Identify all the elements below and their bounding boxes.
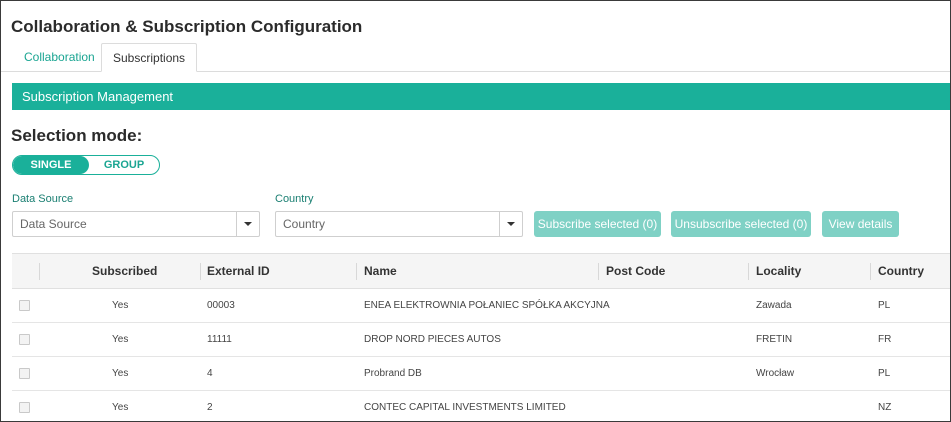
column-divider — [870, 263, 871, 280]
country-label: Country — [275, 193, 314, 205]
cell-external-id: 00003 — [207, 300, 235, 311]
data-source-dropdown-toggle[interactable] — [236, 212, 259, 236]
tab-bar: Collaboration Subscriptions — [1, 43, 950, 72]
unsubscribe-selected-button[interactable]: Unsubscribe selected (0) — [671, 211, 811, 237]
subscribe-selected-button[interactable]: Subscribe selected (0) — [534, 211, 661, 237]
column-header-external-id[interactable]: External ID — [207, 254, 270, 288]
cell-locality: Wrocław — [756, 368, 795, 379]
column-divider — [39, 263, 40, 280]
table-row[interactable]: Yes 2 CONTEC CAPITAL INVESTMENTS LIMITED… — [12, 391, 950, 421]
column-divider — [356, 263, 357, 280]
chevron-down-icon — [507, 222, 515, 226]
data-source-label: Data Source — [12, 193, 74, 205]
cell-external-id: 4 — [207, 368, 213, 379]
column-divider — [598, 263, 599, 280]
chevron-down-icon — [244, 222, 252, 226]
cell-country: PL — [878, 300, 891, 311]
section-header: Subscription Management — [12, 83, 950, 110]
cell-subscribed: Yes — [112, 334, 129, 345]
app-frame: Collaboration & Subscription Configurati… — [0, 0, 951, 422]
cell-subscribed: Yes — [112, 402, 129, 413]
table-row[interactable]: Yes 4 Probrand DB Wrocław PL — [12, 357, 950, 391]
cell-country: PL — [878, 368, 891, 379]
cell-external-id: 11111 — [207, 334, 232, 345]
column-divider — [200, 263, 201, 280]
cell-name: DROP NORD PIECES AUTOS — [364, 334, 501, 345]
country-dropdown-toggle[interactable] — [499, 212, 522, 236]
cell-name: CONTEC CAPITAL INVESTMENTS LIMITED — [364, 402, 566, 413]
tab-subscriptions[interactable]: Subscriptions — [101, 43, 198, 72]
country-select[interactable]: Country — [275, 211, 523, 237]
country-placeholder: Country — [283, 217, 326, 231]
cell-external-id: 2 — [207, 402, 213, 413]
table-row[interactable]: Yes 00003 ENEA ELEKTROWNIA POŁANIEC SPÓŁ… — [12, 289, 950, 323]
selection-mode-label: Selection mode: — [11, 126, 143, 145]
column-header-country[interactable]: Country — [878, 254, 924, 288]
mode-group-button[interactable]: GROUP — [89, 156, 159, 174]
data-source-placeholder: Data Source — [20, 217, 87, 231]
row-checkbox[interactable] — [19, 300, 30, 311]
cell-country: FR — [878, 334, 892, 345]
tab-collaboration[interactable]: Collaboration — [13, 43, 106, 71]
row-checkbox[interactable] — [19, 402, 30, 413]
column-header-name[interactable]: Name — [364, 254, 397, 288]
row-checkbox[interactable] — [19, 368, 30, 379]
cell-subscribed: Yes — [112, 368, 129, 379]
data-source-select[interactable]: Data Source — [12, 211, 260, 237]
selection-mode-toggle: SINGLE GROUP — [12, 155, 160, 175]
cell-subscribed: Yes — [112, 300, 129, 311]
column-divider — [748, 263, 749, 280]
page-title: Collaboration & Subscription Configurati… — [11, 17, 363, 36]
cell-country: NZ — [878, 402, 892, 413]
table-row[interactable]: Yes 11111 DROP NORD PIECES AUTOS FRETIN … — [12, 323, 950, 357]
cell-locality: Zawada — [756, 300, 792, 311]
column-header-post-code[interactable]: Post Code — [606, 254, 665, 288]
cell-locality: FRETIN — [756, 334, 793, 345]
table-header: Subscribed External ID Name Post Code Lo… — [12, 253, 950, 289]
cell-name: Probrand DB — [364, 368, 422, 379]
row-checkbox[interactable] — [19, 334, 30, 345]
column-header-subscribed[interactable]: Subscribed — [92, 254, 157, 288]
mode-single-button[interactable]: SINGLE — [13, 156, 89, 174]
view-details-button[interactable]: View details — [822, 211, 899, 237]
cell-name: ENEA ELEKTROWNIA POŁANIEC SPÓŁKA AKCYJNA — [364, 300, 610, 311]
column-header-locality[interactable]: Locality — [756, 254, 801, 288]
